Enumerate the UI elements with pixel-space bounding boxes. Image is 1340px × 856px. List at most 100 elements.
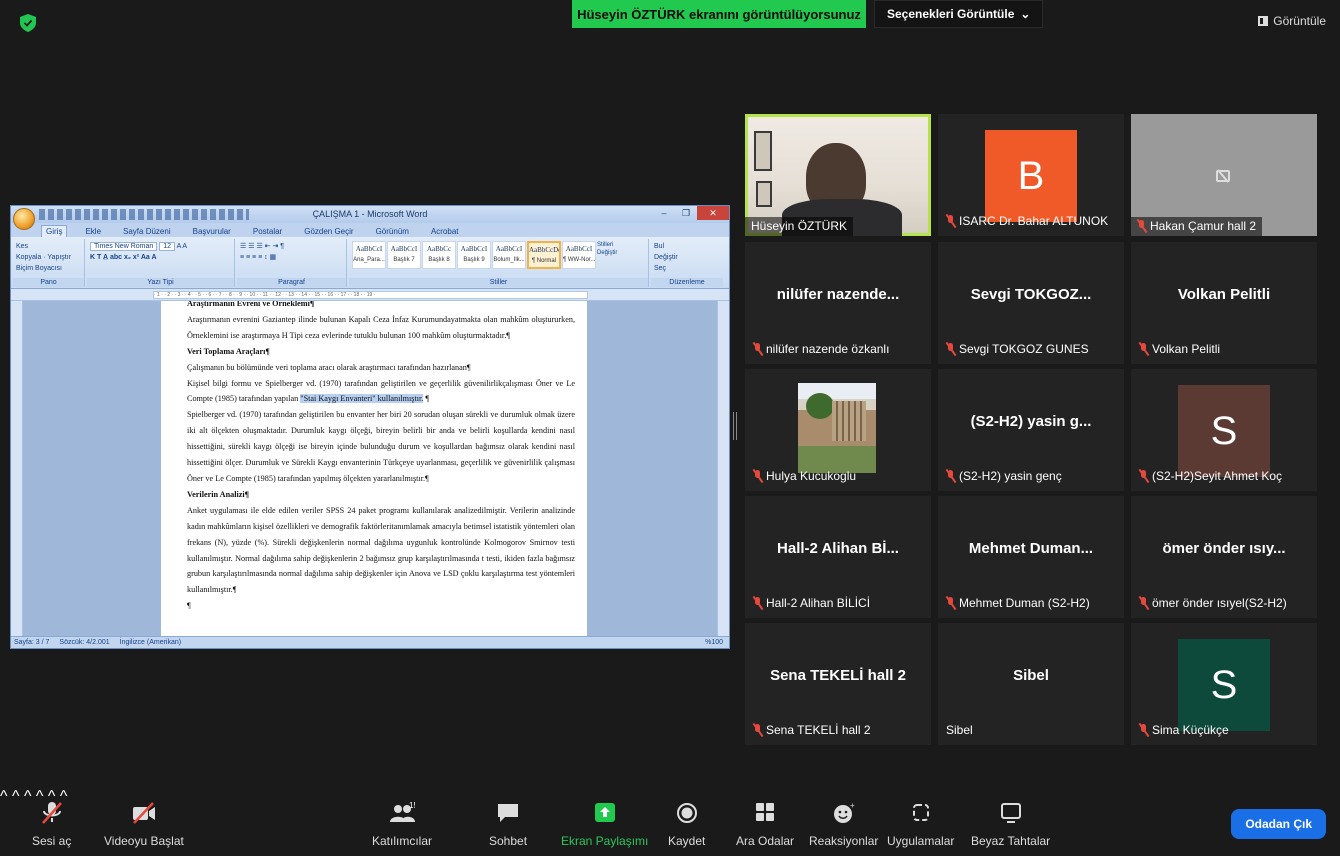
style-item[interactable]: AaBbCc Başlık 8 xyxy=(422,241,456,269)
copy-button[interactable]: Kopyala xyxy=(16,254,41,261)
participant-tile[interactable]: S Sima Küçükçe xyxy=(1131,623,1317,745)
apps-button[interactable]: Uygulamalar xyxy=(887,802,954,848)
breakout-rooms-button[interactable]: Ara Odalar xyxy=(736,802,794,848)
page-count[interactable]: Sayfa: 3 / 7 xyxy=(14,639,49,646)
participant-name-label: (S2-H2) yasin genç xyxy=(946,469,1062,483)
mic-muted-icon xyxy=(946,470,955,482)
participant-display-name: Volkan Pelitli xyxy=(1177,286,1271,303)
style-item[interactable]: AaBbCcI Bolum_Ilk... xyxy=(492,241,526,269)
tab-acrobat[interactable]: Acrobat xyxy=(427,226,463,237)
mic-muted-icon xyxy=(946,343,955,355)
chat-button[interactable]: Sohbet xyxy=(489,802,527,848)
style-preview: AaBbCcI xyxy=(460,245,488,253)
participant-name-label: ömer önder ısıyel(S2-H2) xyxy=(1139,596,1287,610)
layout-icon xyxy=(1258,16,1269,26)
participant-tile[interactable]: Hakan Çamur hall 2 xyxy=(1131,114,1317,236)
participant-tile[interactable]: Hüseyin ÖZTÜRK xyxy=(745,114,931,236)
office-button[interactable] xyxy=(13,208,35,230)
group-styles: AaBbCcI Ana_Para... AaBbCcI Başlık 7 AaBbCc B… xyxy=(349,239,649,287)
participant-tile[interactable]: (S2-H2) yasin g... (S2-H2) yasin genç xyxy=(938,369,1124,491)
chat-options-caret[interactable]: ^ xyxy=(24,788,32,805)
style-preview: AaBbCc xyxy=(426,245,452,253)
participant-name: ISARC Dr. Bahar ALTUNOK xyxy=(959,214,1109,228)
style-item[interactable]: AaBbCcI Ana_Para... xyxy=(352,241,386,269)
style-preview: AaBbCcI xyxy=(355,245,383,253)
paste-button[interactable]: Yapıştır xyxy=(47,254,71,261)
whiteboards-label: Beyaz Tahtalar xyxy=(971,834,1051,848)
maximize-icon[interactable]: ❐ xyxy=(675,206,697,220)
format-painter-button[interactable]: Biçim Boyacısı xyxy=(16,265,62,272)
group-label: Yazı Tipi xyxy=(87,278,234,287)
replace-button[interactable]: Değiştir xyxy=(654,254,678,261)
style-name: Başlık 9 xyxy=(463,257,485,263)
tab-gozden-gecir[interactable]: Gözden Geçir xyxy=(300,226,357,237)
cut-button[interactable]: Kes xyxy=(16,243,28,250)
participant-tile[interactable]: Volkan Pelitli Volkan Pelitli xyxy=(1131,242,1317,364)
language-indicator[interactable]: İngilizce (Amerikan) xyxy=(120,639,181,646)
tab-giris[interactable]: Giriş xyxy=(41,225,68,237)
svg-text:+: + xyxy=(850,802,855,810)
word-count[interactable]: Sözcük: 4/2.001 xyxy=(59,639,109,646)
participant-tile[interactable]: Sevgi TOKGOZ... Sevgi TOKGOZ GUNES xyxy=(938,242,1124,364)
tab-sayfa-duzeni[interactable]: Sayfa Düzeni xyxy=(119,226,175,237)
vertical-ruler[interactable] xyxy=(11,301,23,636)
close-icon[interactable]: ✕ xyxy=(697,206,729,220)
doc-paragraph: Çalışmanın bu bölümünde veri toplama ara… xyxy=(187,362,471,372)
unmute-label: Sesi aç xyxy=(32,834,72,848)
select-button[interactable]: Seç xyxy=(654,265,666,272)
shield-check-icon[interactable] xyxy=(20,14,36,32)
tab-ekle[interactable]: Ekle xyxy=(81,226,105,237)
participant-tile[interactable]: Mehmet Duman... Mehmet Duman (S2-H2) xyxy=(938,496,1124,618)
reactions-icon: + xyxy=(833,802,855,823)
tab-gorunum[interactable]: Görünüm xyxy=(372,226,413,237)
participant-tile[interactable]: Hulya Kucukoglu xyxy=(745,369,931,491)
font-name-select[interactable]: Times New Roman xyxy=(90,242,158,251)
participant-name-label: Sena TEKELİ hall 2 xyxy=(753,723,871,737)
participant-tile[interactable]: Sena TEKELİ hall 2 Sena TEKELİ hall 2 xyxy=(745,623,931,745)
style-item[interactable]: AaBbCcDc ¶ Normal xyxy=(527,241,561,269)
participant-tile[interactable]: Hall-2 Alihan Bİ... Hall-2 Alihan BİLİCİ xyxy=(745,496,931,618)
doc-paragraph: ¶ xyxy=(187,601,191,611)
participant-name-label: Hulya Kucukoglu xyxy=(753,469,856,483)
style-item[interactable]: AaBbCcI Başlık 7 xyxy=(387,241,421,269)
font-size-select[interactable]: 12 xyxy=(159,242,176,251)
style-item[interactable]: AaBbCcI Başlık 9 xyxy=(457,241,491,269)
whiteboards-button[interactable]: Beyaz Tahtalar xyxy=(971,802,1050,848)
participant-tile[interactable]: ömer önder ısıy... ömer önder ısıyel(S2-H… xyxy=(1131,496,1317,618)
doc-paragraph: Kişisel bilgi formu ve Spielberger vd. (… xyxy=(187,376,575,408)
style-item[interactable]: AaBbCcI ¶ WW-Nor... xyxy=(562,241,596,269)
participant-tile[interactable]: S (S2-H2)Seyit Ahmet Koç xyxy=(1131,369,1317,491)
document-page[interactable]: Araştırmanın Evreni ve Örneklemi¶ Araştı… xyxy=(161,301,587,636)
unmute-button[interactable]: Sesi aç xyxy=(32,802,71,848)
find-button[interactable]: Bul xyxy=(654,243,664,250)
minimize-icon[interactable]: – xyxy=(653,206,675,220)
participants-button[interactable]: 15 Katılımcılar xyxy=(372,802,432,848)
participant-tile[interactable]: Sibel Sibel xyxy=(938,623,1124,745)
view-options-button[interactable]: Seçenekleri Görüntüle ⌄ xyxy=(874,0,1044,28)
audio-options-caret[interactable]: ^ xyxy=(0,788,8,805)
style-name: ¶ Normal xyxy=(531,258,557,264)
word-status-bar: Sayfa: 3 / 7 Sözcük: 4/2.001 İngilizce (… xyxy=(11,636,729,648)
change-styles-button[interactable]: Stilleri Değiştir xyxy=(597,241,627,257)
share-screen-button[interactable]: Ekran Paylaşımı xyxy=(561,802,648,848)
participant-tile[interactable]: B ISARC Dr. Bahar ALTUNOK xyxy=(938,114,1124,236)
view-button[interactable]: Görüntüle xyxy=(1258,14,1326,28)
start-video-button[interactable]: Videoyu Başlat xyxy=(104,802,184,848)
mic-muted-icon xyxy=(753,470,762,482)
video-options-caret[interactable]: ^ xyxy=(12,788,20,805)
wall-frame xyxy=(756,181,772,207)
tab-postalar[interactable]: Postalar xyxy=(249,226,286,237)
horizontal-ruler[interactable]: · 1 · · 2 · · 3 · · 4 · · 5 · · 6 · · 7 … xyxy=(11,289,729,301)
participant-display-name: nilüfer nazende... xyxy=(776,286,900,303)
leave-meeting-button[interactable]: Odadan Çık xyxy=(1231,809,1326,839)
vertical-scrollbar[interactable] xyxy=(717,301,729,636)
record-button[interactable]: Kaydet xyxy=(668,802,705,848)
participant-tile[interactable]: nilüfer nazende... nilüfer nazende özkanl… xyxy=(745,242,931,364)
avatar: S xyxy=(1178,385,1270,477)
zoom-level[interactable]: %100 xyxy=(705,639,723,646)
reactions-button[interactable]: + Reaksiyonlar xyxy=(809,802,878,848)
shared-screen-word-window: ÇALIŞMA 1 - Microsoft Word – ❐ ✕ Giriş E… xyxy=(10,205,730,649)
tab-basvurular[interactable]: Başvurular xyxy=(189,226,235,237)
view-options-label: Seçenekleri Görüntüle xyxy=(887,7,1015,21)
split-view-handle[interactable] xyxy=(733,412,737,440)
